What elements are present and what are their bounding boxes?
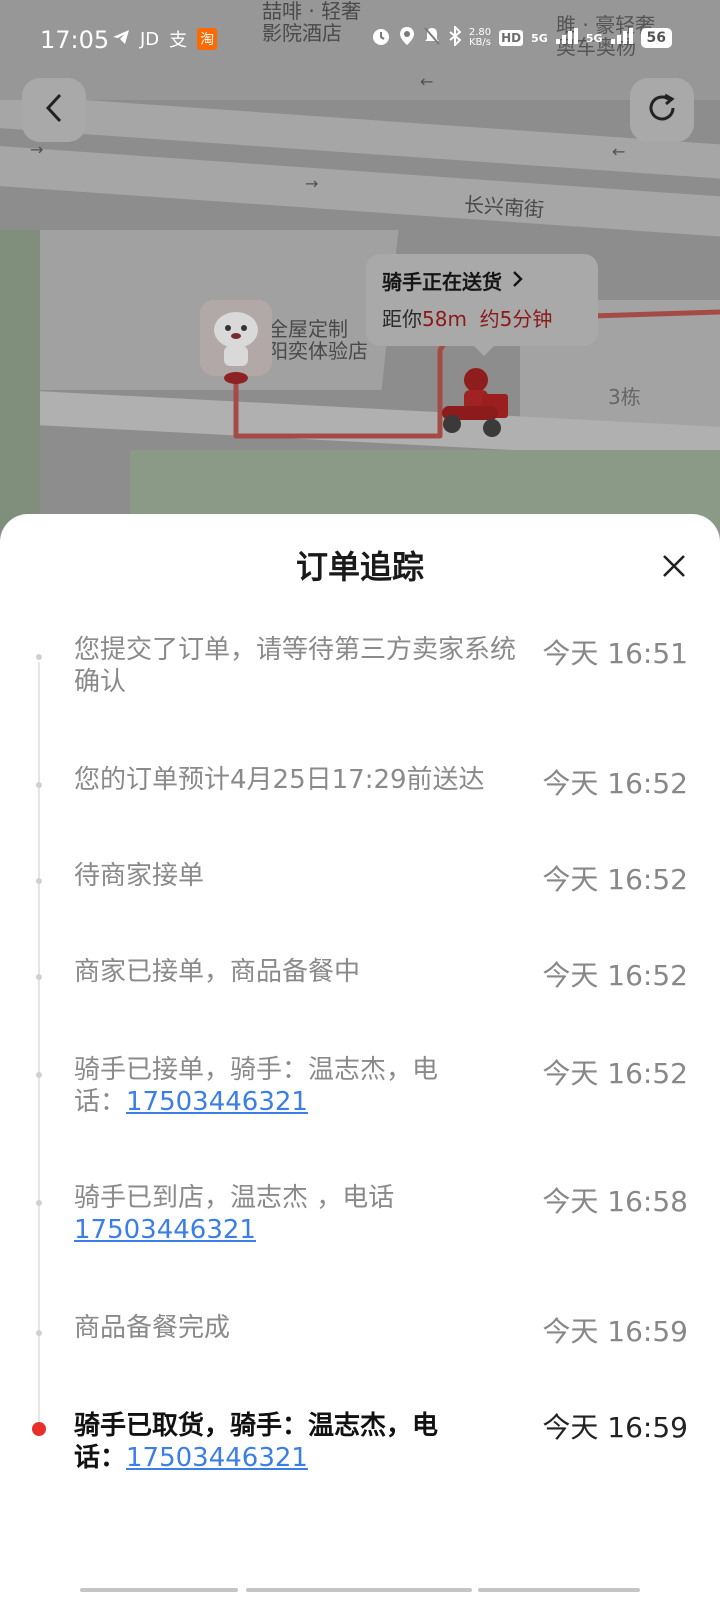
- timeline-connector: [38, 662, 40, 1428]
- timeline-text: 商家已接单，商品备餐中: [74, 957, 361, 987]
- close-icon: [658, 555, 690, 586]
- timeline-time: 今天 16:59: [542, 1411, 688, 1444]
- timeline-time: 今天 16:52: [542, 959, 688, 992]
- battery-level: 56: [640, 28, 672, 48]
- timeline-dot: [36, 878, 42, 884]
- home-indicator: [478, 1588, 640, 1592]
- timeline-time: 今天 16:51: [542, 637, 688, 670]
- rider-status-title: 骑手正在送货: [382, 270, 502, 294]
- back-button[interactable]: [22, 78, 86, 142]
- timeline-dot: [36, 654, 42, 660]
- status-time: 17:05: [40, 26, 110, 54]
- map-label-street: 长兴南街: [463, 192, 545, 222]
- chevron-right-icon: [512, 269, 524, 293]
- delivery-map[interactable]: ← → → ← 喆啡 · 轻奢 影院酒店 雎 · 豪轻奢 奥车奥杨 长兴南街 全…: [0, 0, 720, 540]
- rider-distance-prefix: 距你: [382, 307, 422, 331]
- rider-distance: 58m: [422, 307, 467, 331]
- timeline-dot-active: [32, 1422, 46, 1436]
- order-tracking-sheet: 订单追踪 您提交了订单，请等待第三方卖家系统确认 今天 16:51 您的订单预计…: [0, 514, 720, 1600]
- timeline-time: 今天 16:52: [542, 767, 688, 800]
- sheet-title: 订单追踪: [295, 548, 424, 586]
- timeline-text: 骑手已到店，温志杰 ，电话 17503446321: [74, 1183, 395, 1245]
- chevron-left-icon: [44, 92, 64, 128]
- direction-arrow-icon: →: [30, 140, 44, 159]
- timeline-dot: [36, 1200, 42, 1206]
- timeline-time: 今天 16:58: [542, 1185, 688, 1218]
- rider-phone-link[interactable]: 17503446321: [126, 1087, 308, 1117]
- timeline-text: 您的订单预计4月25日17:29前送达: [74, 765, 485, 795]
- timeline-time: 今天 16:52: [542, 863, 688, 896]
- map-label-store: 全屋定制 阳奕体验店: [268, 317, 368, 363]
- refresh-icon: [645, 91, 679, 129]
- route-line: [233, 309, 720, 439]
- timeline-text: 骑手已取货，骑手：温志杰，电话：17503446321: [74, 1411, 439, 1473]
- timeline-dot: [36, 974, 42, 980]
- rider-phone-link[interactable]: 17503446321: [126, 1443, 308, 1473]
- jd-app-icon: JD: [140, 28, 160, 50]
- home-indicator: [246, 1588, 472, 1592]
- status-app-icons: JD 支 淘: [112, 26, 218, 52]
- signal-5g-2: 5G: [585, 31, 603, 45]
- signal-5g-1: 5G: [531, 31, 548, 45]
- rider-eta: 约5分钟: [479, 307, 553, 331]
- hd-icon: HD: [499, 30, 524, 46]
- timeline-time: 今天 16:59: [542, 1315, 688, 1348]
- timeline-time: 今天 16:52: [542, 1057, 688, 1090]
- bluetooth-icon: [449, 24, 462, 50]
- timeline-dot: [36, 1330, 42, 1336]
- mute-icon: [423, 26, 441, 50]
- signal-bars-icon: [610, 28, 633, 48]
- alarm-icon: [371, 26, 391, 50]
- timeline-text: 待商家接单: [74, 861, 205, 891]
- timeline-text: 您提交了订单，请等待第三方卖家系统确认: [74, 635, 517, 697]
- refresh-button[interactable]: [630, 78, 694, 142]
- status-system-icons: 2.80 KB/s HD 5G 5G 56: [371, 24, 672, 50]
- timeline-text: 商品备餐完成: [74, 1313, 231, 1343]
- map-label-building: 3栋: [608, 385, 641, 409]
- alipay-app-icon: 支: [169, 30, 188, 51]
- timeline-dot: [36, 782, 42, 788]
- rider-scooter-icon[interactable]: [430, 362, 516, 442]
- rider-status-bubble[interactable]: 骑手正在送货 距你58m 约5分钟: [366, 254, 598, 356]
- telegram-icon: [112, 29, 130, 50]
- status-bar: 17:05 JD 支 淘 2.80 KB/s HD 5G 5G 56: [0, 0, 720, 80]
- rider-phone-link[interactable]: 17503446321: [74, 1215, 256, 1245]
- home-indicator: [80, 1588, 238, 1592]
- direction-arrow-icon: ←: [612, 142, 626, 161]
- direction-arrow-icon: →: [305, 174, 319, 193]
- timeline-text: 骑手已接单，骑手：温志杰，电话：17503446321: [74, 1055, 439, 1117]
- signal-bars-icon: [555, 28, 578, 48]
- taobao-app-icon: 淘: [197, 28, 218, 50]
- location-icon: [399, 26, 415, 50]
- network-speed: 2.80 KB/s: [468, 27, 492, 48]
- timeline-dot: [36, 1072, 42, 1078]
- close-button[interactable]: [658, 550, 690, 582]
- destination-marker-icon[interactable]: [200, 300, 272, 384]
